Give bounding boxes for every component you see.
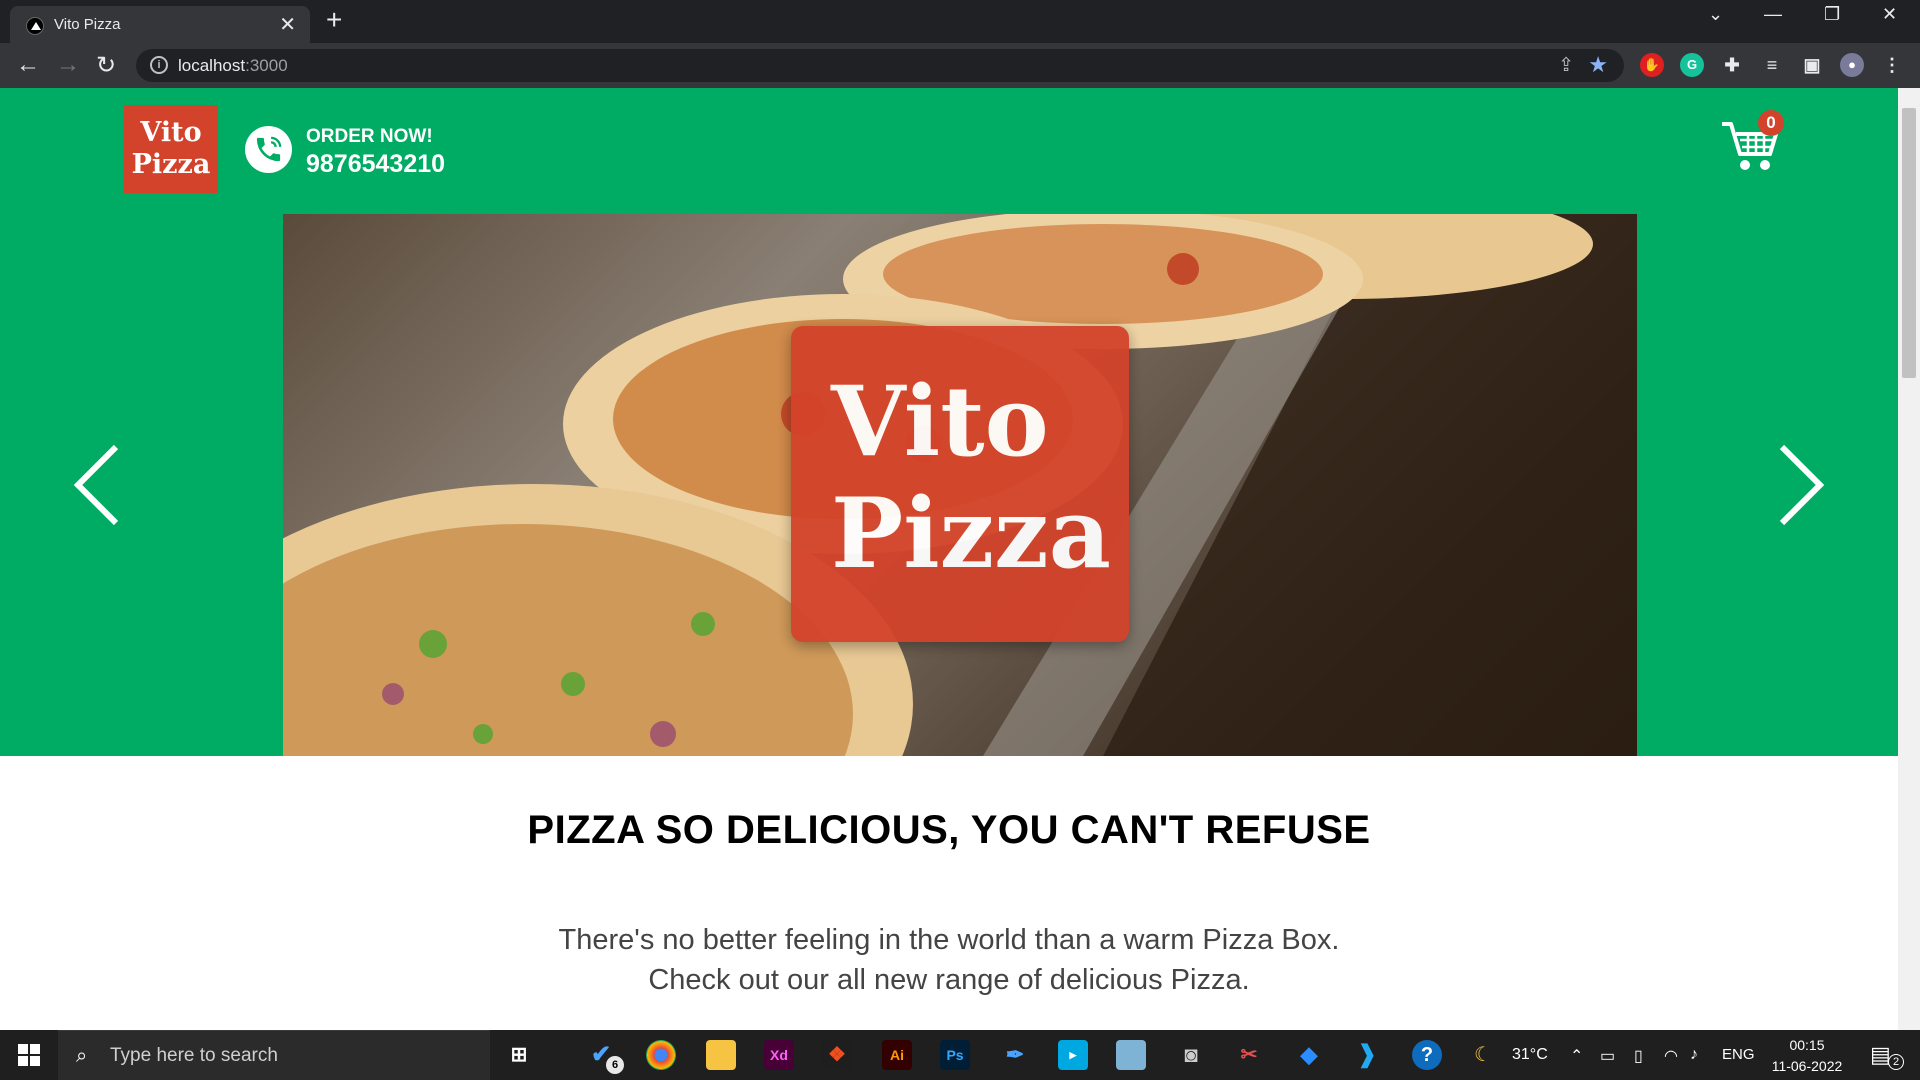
phone-icon — [245, 126, 292, 173]
page-scrollbar[interactable] — [1898, 88, 1920, 1030]
system-clock[interactable]: 00:15 11-06-2022 — [1765, 1035, 1849, 1077]
adobe-illustrator-icon[interactable]: Ai — [882, 1040, 912, 1070]
slide-logo-badge: Vito Pizza — [791, 326, 1129, 642]
browser-tab[interactable]: Vito Pizza ✕ — [10, 6, 310, 43]
scrollbar-thumb[interactable] — [1902, 108, 1916, 378]
windows-taskbar: ⌕ Type here to search ⊞ ✔ 6 Xd ❖ Ai Ps ✒… — [0, 1030, 1920, 1080]
desc-line1: There's no better feeling in the world t… — [558, 924, 1340, 956]
feather-app-icon[interactable]: ✒ — [1000, 1040, 1030, 1070]
carousel-slide-image: Vito Pizza — [283, 214, 1637, 756]
web-page: Vito Pizza ORDER NOW! 9876543210 0 Vito … — [0, 88, 1898, 1030]
forward-button[interactable]: → — [56, 51, 80, 79]
browser-toolbar: ← → ↻ i localhost:3000 ⇪ ★ ✋ G ✚ ≡ ▣ ● ⋮ — [0, 43, 1920, 88]
task-view-icon[interactable]: ⊞ — [504, 1040, 534, 1070]
notification-count-badge: 2 — [1888, 1054, 1904, 1070]
tray-chevron-icon[interactable]: ⌃ — [1570, 1046, 1583, 1066]
desc-line2: Check out our all new range of delicious… — [648, 964, 1250, 996]
search-icon: ⌕ — [76, 1045, 88, 1067]
hero-section: Vito Pizza ORDER NOW! 9876543210 0 Vito … — [0, 88, 1898, 756]
url-text[interactable]: localhost:3000 — [178, 56, 288, 76]
windows-start-icon[interactable] — [18, 1044, 40, 1071]
tab-title: Vito Pizza — [54, 16, 121, 33]
clock-date: 11-06-2022 — [1771, 1058, 1843, 1074]
slide-logo-line1: Vito — [831, 365, 1049, 478]
close-window-button[interactable]: ✕ — [1882, 4, 1897, 25]
profile-avatar[interactable]: ● — [1840, 53, 1864, 77]
carousel-prev-arrow-icon[interactable] — [72, 443, 120, 532]
logo-line1: Vito — [140, 117, 202, 148]
section-title: PIZZA SO DELICIOUS, YOU CAN'T REFUSE — [527, 808, 1371, 852]
carousel-next-arrow-icon[interactable] — [1778, 443, 1826, 532]
chrome-taskbar-icon[interactable] — [646, 1040, 676, 1070]
site-info-icon[interactable]: i — [150, 56, 168, 74]
search-placeholder: Type here to search — [110, 1045, 278, 1066]
wifi-icon[interactable]: ◠ — [1664, 1046, 1678, 1066]
slide-logo-line2: Pizza — [831, 477, 1111, 590]
address-bar[interactable]: i localhost:3000 ⇪ ★ — [136, 49, 1624, 82]
restore-window-button[interactable]: ❐ — [1824, 4, 1840, 25]
back-button[interactable]: ← — [16, 51, 40, 79]
camera-icon[interactable]: ◙ — [1176, 1040, 1206, 1070]
file-explorer-icon[interactable] — [706, 1040, 736, 1070]
taskbar-search-box[interactable]: ⌕ Type here to search — [58, 1030, 490, 1080]
chrome-menu-icon[interactable]: ⋮ — [1880, 53, 1904, 77]
snip-tool-icon[interactable]: ✂ — [1234, 1040, 1264, 1070]
media-control-icon[interactable]: ≡ — [1760, 53, 1784, 77]
side-panel-icon[interactable]: ▣ — [1800, 53, 1824, 77]
section-description: There's no better feeling in the world t… — [0, 920, 1898, 1000]
weather-icon[interactable]: ☾ — [1474, 1042, 1492, 1067]
prime-video-icon[interactable]: ▶ — [1058, 1040, 1088, 1070]
site-logo[interactable]: Vito Pizza — [124, 105, 218, 193]
bookmark-star-icon[interactable]: ★ — [1588, 52, 1608, 78]
phone-number[interactable]: 9876543210 — [306, 150, 445, 179]
todo-badge: 6 — [606, 1056, 624, 1074]
reload-button[interactable]: ↻ — [96, 51, 116, 80]
clock-time: 00:15 — [1789, 1037, 1825, 1053]
extensions-puzzle-icon[interactable]: ✚ — [1720, 53, 1744, 77]
extension-adblock-icon[interactable]: ✋ — [1640, 53, 1664, 77]
weather-temp[interactable]: 31°C — [1512, 1046, 1548, 1064]
browser-tabbar: Vito Pizza ✕ + ⌄ — ❐ ✕ — [0, 0, 1920, 43]
tab-close-button[interactable]: ✕ — [279, 12, 296, 37]
figma-icon[interactable]: ❖ — [822, 1040, 852, 1070]
tab-search-chevron-icon[interactable]: ⌄ — [1708, 4, 1723, 25]
cart-count-badge: 0 — [1758, 110, 1784, 136]
device-icon[interactable]: ▯ — [1634, 1046, 1643, 1066]
logo-line2: Pizza — [131, 149, 211, 180]
help-icon[interactable]: ? — [1412, 1040, 1442, 1070]
notes-app-icon[interactable] — [1116, 1040, 1146, 1070]
minimize-window-button[interactable]: — — [1764, 4, 1782, 25]
extension-grammarly-icon[interactable]: G — [1680, 53, 1704, 77]
adobe-photoshop-icon[interactable]: Ps — [940, 1040, 970, 1070]
volume-icon[interactable]: ♪ — [1690, 1046, 1698, 1064]
adobe-xd-icon[interactable]: Xd — [764, 1040, 794, 1070]
order-now-label: ORDER NOW! — [306, 126, 433, 147]
new-tab-button[interactable]: + — [326, 4, 342, 36]
battery-icon[interactable]: ▭ — [1600, 1046, 1615, 1066]
language-indicator[interactable]: ENG — [1722, 1046, 1755, 1063]
framer-icon[interactable]: ◆ — [1294, 1040, 1324, 1070]
share-icon[interactable]: ⇪ — [1558, 54, 1574, 77]
vscode-icon[interactable]: ❱ — [1352, 1040, 1382, 1070]
site-favicon-icon — [26, 17, 44, 35]
